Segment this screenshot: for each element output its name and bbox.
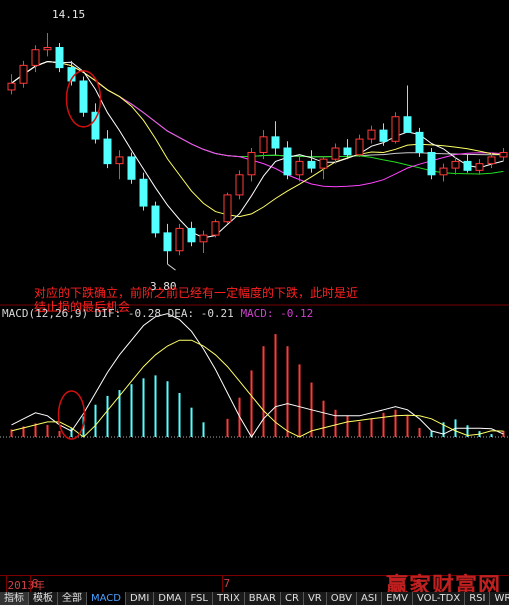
candle-body xyxy=(259,136,268,153)
candle-body xyxy=(247,151,256,176)
candle-body xyxy=(43,47,52,51)
tab-vol-tdx[interactable]: VOL-TDX xyxy=(413,592,466,605)
tab-trix[interactable]: TRIX xyxy=(213,592,245,605)
candle-body xyxy=(439,167,448,176)
tab-dmi[interactable]: DMI xyxy=(126,592,155,605)
candle-body xyxy=(187,227,196,243)
date-separator xyxy=(29,576,31,592)
candle-body xyxy=(151,205,160,234)
candle-body xyxy=(379,129,388,142)
candle-body xyxy=(391,116,400,142)
candle-body xyxy=(115,156,124,165)
candle-body xyxy=(79,80,88,113)
candle-body xyxy=(415,131,424,153)
tab-vr[interactable]: VR xyxy=(304,592,327,605)
candle-body xyxy=(487,156,496,165)
tab-wr[interactable]: WR xyxy=(490,592,509,605)
candle-body xyxy=(199,234,208,243)
candle-body xyxy=(235,174,244,196)
candle-body xyxy=(343,147,352,156)
date-label: 2013年 xyxy=(7,579,46,592)
candle-body xyxy=(139,178,148,207)
date-label: 7 xyxy=(223,577,231,590)
candle-body xyxy=(295,160,304,176)
candle-body xyxy=(427,151,436,176)
date-label: 6 xyxy=(31,577,39,590)
tab-cr[interactable]: CR xyxy=(281,592,304,605)
candle-body xyxy=(403,116,412,133)
candle-body xyxy=(175,227,184,252)
tab-macd[interactable]: MACD xyxy=(87,592,126,605)
candle-body xyxy=(271,136,280,149)
candle-body xyxy=(19,64,28,84)
dea-line xyxy=(11,339,504,438)
tab-asi[interactable]: ASI xyxy=(357,592,383,605)
date-separator xyxy=(5,576,7,592)
candle-body xyxy=(319,158,328,169)
tab-模板[interactable]: 模板 xyxy=(29,592,58,605)
tab-dma[interactable]: DMA xyxy=(154,592,187,605)
candle-body xyxy=(211,221,220,236)
candle-body xyxy=(103,138,112,165)
macd-dea: DEA: -0.21 xyxy=(167,307,234,320)
candle-body xyxy=(451,160,460,169)
low-pointer xyxy=(167,263,176,271)
candle-body xyxy=(499,151,508,158)
candle-body xyxy=(91,111,100,140)
date-separator xyxy=(221,576,223,592)
tab-全部[interactable]: 全部 xyxy=(58,592,87,605)
candle-body xyxy=(463,160,472,171)
macd-value: MACD: -0.12 xyxy=(240,307,314,320)
candle-body xyxy=(163,232,172,252)
tab-brar[interactable]: BRAR xyxy=(245,592,281,605)
tab-rsi[interactable]: RSI xyxy=(465,592,491,605)
tab-emv[interactable]: EMV xyxy=(382,592,413,605)
candle-body xyxy=(31,49,40,66)
candle-body xyxy=(307,160,316,169)
candle-body xyxy=(223,194,232,223)
indicator-tab-bar: 指标 模板 全部 MACD DMI DMA FSL TRIX BRAR CR VR OBV ASI EMV… xyxy=(0,592,509,605)
macd-params: MACD(12,26,9) xyxy=(2,307,89,320)
macd-dif: DIF: -0.28 xyxy=(94,307,161,320)
candle-body xyxy=(283,147,292,176)
candle-body xyxy=(7,82,16,91)
tab-指标[interactable]: 指标 xyxy=(0,592,29,605)
candle-body xyxy=(55,47,64,69)
candle-body xyxy=(355,138,364,156)
high-price-label: 14.15 xyxy=(52,8,86,21)
tab-obv[interactable]: OBV xyxy=(327,592,357,605)
candle-body xyxy=(367,129,376,140)
tab-fsl[interactable]: FSL xyxy=(186,592,213,605)
candle-body xyxy=(475,163,484,171)
candle-body xyxy=(127,156,136,180)
macd-header: MACD(12,26,9) DIF: -0.28 DEA: -0.21 MACD… xyxy=(2,307,313,320)
candle-body xyxy=(331,147,340,160)
